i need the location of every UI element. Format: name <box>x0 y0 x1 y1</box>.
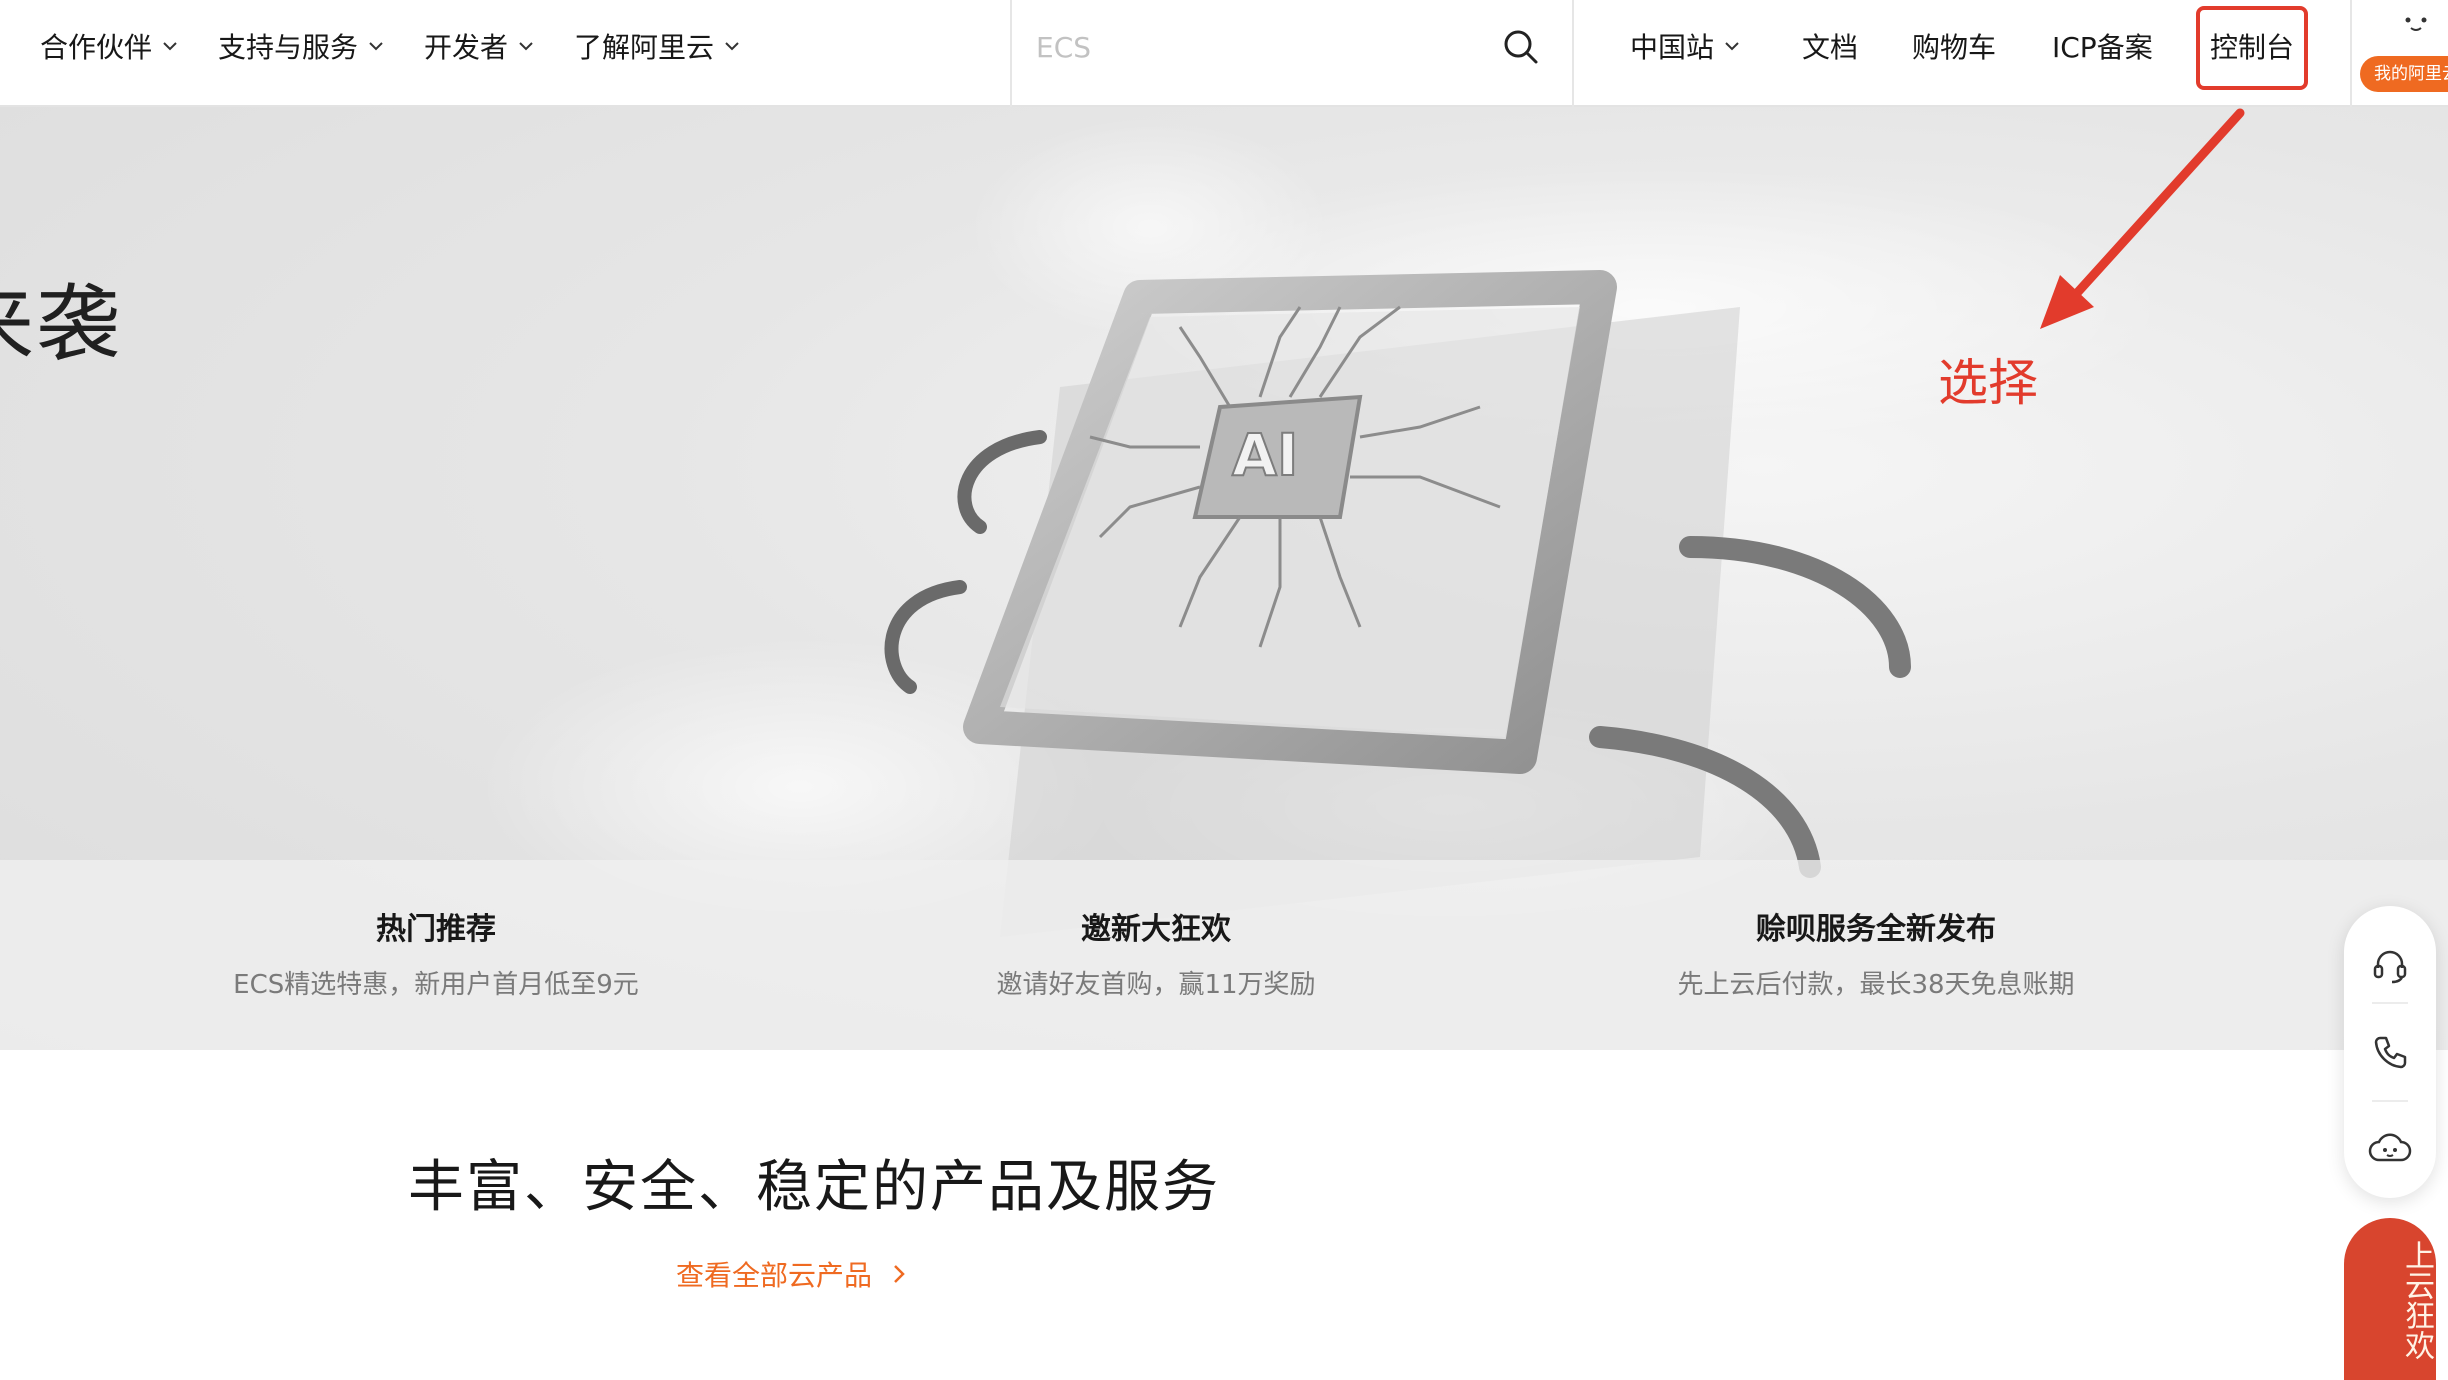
nav-partners[interactable]: 合作伙伴 <box>40 28 182 64</box>
avatar <box>2378 0 2448 44</box>
nav-support-label: 支持与服务 <box>218 31 359 64</box>
nav-region-select[interactable]: 中国站 <box>1630 28 1744 64</box>
ai-chip: AI <box>1192 394 1363 519</box>
promo-desc: 邀请好友首购，赢11万奖励 <box>996 970 1316 1000</box>
search-icon[interactable] <box>1498 24 1544 70</box>
nav-about[interactable]: 了解阿里云 <box>574 28 744 64</box>
nav-developers[interactable]: 开发者 <box>424 28 538 64</box>
search-box <box>1012 0 1572 107</box>
view-all-products-label: 查看全部云产品 <box>676 1259 873 1292</box>
cloud-face-icon <box>2405 17 2427 31</box>
floating-service-bar <box>2344 906 2436 1198</box>
user-avatar-menu[interactable]: 我的阿里云 <box>2360 0 2448 100</box>
promo-title: 邀新大狂欢 <box>1081 912 1231 947</box>
nav-developers-label: 开发者 <box>424 31 509 64</box>
assistant-button[interactable] <box>2358 1118 2422 1182</box>
float-separator <box>2372 1100 2408 1102</box>
nav-icp-label: ICP备案 <box>2052 31 2153 64</box>
search-input[interactable] <box>1036 24 1496 70</box>
chevron-down-icon <box>369 42 383 51</box>
hero-banner[interactable]: AI 来袭 选择 热门推荐 ECS精选特惠，新用户首月低至9元 邀新大狂欢 邀请… <box>0 107 2448 1050</box>
chevron-down-icon <box>1725 42 1739 51</box>
my-account-badge: 我的阿里云 <box>2360 56 2448 92</box>
chevron-down-icon <box>725 42 739 51</box>
phone-icon <box>2374 1036 2407 1069</box>
nav-support[interactable]: 支持与服务 <box>218 28 388 64</box>
nav-cart-label: 购物车 <box>1912 31 1997 64</box>
phone-contact-button[interactable] <box>2358 1020 2422 1084</box>
promo-card-invite[interactable]: 邀新大狂欢 邀请好友首购，赢11万奖励 <box>876 904 1436 1001</box>
hero-title: 来袭 <box>0 275 123 373</box>
chevron-down-icon <box>519 42 533 51</box>
float-separator <box>2372 1002 2408 1004</box>
promo-desc: 先上云后付款，最长38天免息账期 <box>1677 970 2075 1000</box>
promo-desc: ECS精选特惠，新用户首月低至9元 <box>233 970 639 1000</box>
view-all-products-link[interactable]: 查看全部云产品 <box>676 1254 912 1294</box>
ai-chip-label: AI <box>1232 421 1298 489</box>
promo-strip: 热门推荐 ECS精选特惠，新用户首月低至9元 邀新大狂欢 邀请好友首购，赢11万… <box>0 860 2448 1050</box>
nav-region-label: 中国站 <box>1630 31 1715 64</box>
cloud-carnival-label: 上云狂欢 <box>2399 1240 2434 1360</box>
top-navigation: 合作伙伴 支持与服务 开发者 了解阿里云 中国站 文档 购物车 ICP备案 控制… <box>0 0 2448 107</box>
nav-partners-label: 合作伙伴 <box>40 31 153 64</box>
nav-about-label: 了解阿里云 <box>574 31 715 64</box>
annotation-label: 选择 <box>1938 354 2038 412</box>
nav-docs[interactable]: 文档 <box>1802 28 1858 64</box>
nav-divider <box>2350 0 2352 107</box>
headset-icon <box>2373 950 2407 984</box>
nav-docs-label: 文档 <box>1802 31 1859 64</box>
cloud-carnival-tab[interactable]: 上云狂欢 <box>2344 1218 2436 1380</box>
customer-service-button[interactable] <box>2358 934 2422 998</box>
chevron-right-icon <box>894 1265 905 1283</box>
promo-title: 热门推荐 <box>376 912 496 947</box>
nav-divider <box>1572 0 1574 107</box>
promo-title: 赊呗服务全新发布 <box>1756 912 1996 947</box>
nav-icp[interactable]: ICP备案 <box>2052 28 2153 64</box>
console-highlight-box <box>2196 6 2308 90</box>
nav-cart[interactable]: 购物车 <box>1912 28 1996 64</box>
products-section-title: 丰富、安全、稳定的产品及服务 <box>408 1155 1220 1220</box>
promo-card-credit[interactable]: 赊呗服务全新发布 先上云后付款，最长38天免息账期 <box>1596 904 2156 1001</box>
promo-card-hot[interactable]: 热门推荐 ECS精选特惠，新用户首月低至9元 <box>156 904 716 1001</box>
cloud-face-icon <box>2368 1133 2412 1162</box>
chevron-down-icon <box>163 42 177 51</box>
